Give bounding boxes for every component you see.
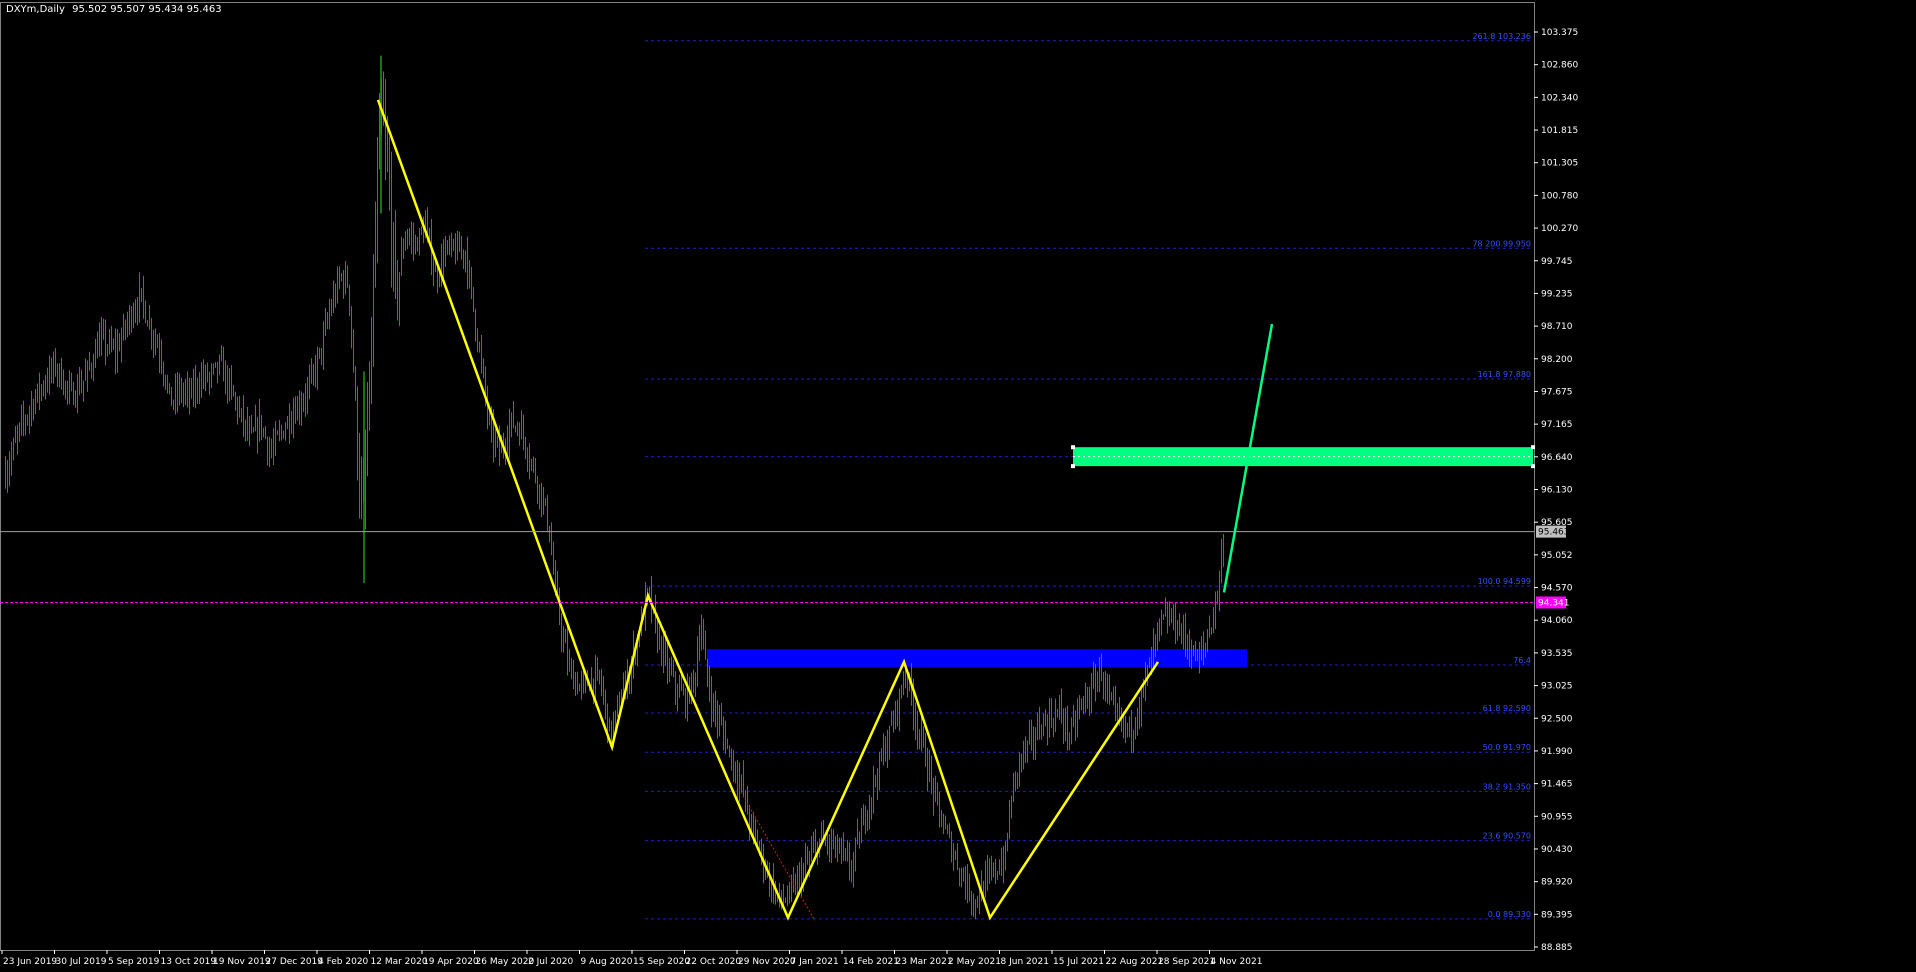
y-tick-label: 89.920 (1541, 878, 1573, 888)
price-chart[interactable]: 261.8 103.236 78 200.99.950 161.8 97.880 13… (0, 0, 1916, 972)
x-tick-label: 28 Sep 2021 (1158, 957, 1215, 967)
x-axis: 23 Jun 201930 Jul 2019 5 Sep 2019 13 Oct 2… (1, 950, 1263, 967)
y-tick-label: 100.780 (1541, 191, 1578, 201)
x-tick-label: 23 Mar 2021 (896, 957, 953, 967)
target-zone-handle (1531, 445, 1535, 450)
y-tick-label: 103.375 (1541, 28, 1578, 38)
y-tick-label: 100.270 (1541, 224, 1578, 234)
y-tick-label: 99.235 (1541, 289, 1573, 299)
chart-header: DXYm,Daily 95.502 95.507 95.434 95.463 (6, 4, 226, 15)
y-tick-label: 91.465 (1541, 780, 1573, 790)
fib-level-label: 50.0 91.970 (1483, 743, 1531, 752)
fib-level-label: 38.2 91.350 (1483, 782, 1531, 791)
target-zone-handle (1071, 464, 1075, 469)
y-tick-label: 101.305 (1541, 159, 1578, 169)
y-tick-label: 93.025 (1541, 682, 1573, 692)
target-zone-handle (1531, 464, 1535, 469)
plot-border (0, 2, 1535, 951)
x-tick-label: 19 Apr 2020 (423, 957, 479, 967)
x-tick-label: 4 Nov 2021 (1211, 957, 1263, 967)
y-tick-label: 97.675 (1541, 387, 1573, 397)
y-tick-label: 88.885 (1541, 943, 1573, 953)
y-tick-label: 91.990 (1541, 747, 1573, 757)
y-tick-label: 92.500 (1541, 714, 1573, 724)
y-tick-label: 96.130 (1541, 486, 1573, 496)
zigzag-line (376, 99, 1160, 921)
x-tick-label: 15 Jul 2021 (1053, 957, 1104, 967)
y-tick-label: 94.060 (1541, 616, 1573, 626)
y-tick-label: 102.860 (1541, 61, 1578, 71)
x-tick-label: 15 Sep 2020 (633, 957, 690, 967)
y-tick-label: 99.745 (1541, 257, 1573, 267)
x-tick-label: 26 May 2020 (476, 957, 535, 967)
fib-level-label: 76.4 (1513, 656, 1531, 665)
x-tick-label: 2 May 2021 (948, 957, 1001, 967)
fib-level-label: 100.0 94.599 (1478, 577, 1531, 586)
target-zone-handle (1071, 445, 1075, 450)
y-tick-label: 89.395 (1541, 910, 1573, 920)
y-axis: 103.375 102.860 102.340 101.815 101.305 100.7… (1534, 28, 1578, 953)
chart-canvas[interactable]: 261.8 103.236 78 200.99.950 161.8 97.880 13… (0, 0, 1916, 972)
ask-price-tag: 94.341 (1538, 598, 1570, 608)
y-tick-label: 96.640 (1541, 453, 1573, 463)
support-zone (707, 649, 1247, 667)
fib-level-label: 261.8 103.236 (1472, 32, 1531, 41)
y-tick-label: 101.815 (1541, 126, 1578, 136)
y-tick-label: 98.200 (1541, 355, 1573, 365)
x-tick-label: 5 Sep 2019 (108, 957, 160, 967)
current-price-tag: 95.463 (1538, 528, 1570, 538)
fib-levels: 261.8 103.23678 200.99.950161.8 97.88013… (645, 32, 1532, 920)
fib-level-label: 61.8 92.590 (1483, 704, 1531, 713)
x-tick-label: 7 Jan 2021 (791, 957, 839, 967)
x-tick-label: 22 Aug 2021 (1106, 957, 1164, 967)
y-tick-label: 97.165 (1541, 420, 1573, 430)
x-tick-label: 19 Nov 2019 (213, 957, 271, 967)
y-tick-label: 98.710 (1541, 322, 1573, 332)
fib-level-label: 161.8 97.880 (1478, 370, 1531, 379)
x-tick-label: 2 Jul 2020 (528, 957, 573, 967)
x-tick-label: 22 Oct 2020 (686, 957, 742, 967)
x-tick-label: 13 Oct 2019 (161, 957, 217, 967)
x-tick-label: 27 Dec 2019 (266, 957, 324, 967)
y-tick-label: 102.340 (1541, 93, 1578, 103)
x-tick-label: 12 Mar 2020 (371, 957, 428, 967)
y-tick-label: 94.570 (1541, 584, 1573, 594)
x-tick-label: 4 Feb 2020 (318, 957, 369, 967)
x-tick-label: 29 Nov 2020 (738, 957, 796, 967)
symbol-label: DXYm,Daily (6, 4, 65, 15)
x-tick-label: 8 Jun 2021 (1001, 957, 1049, 967)
y-tick-label: 90.430 (1541, 845, 1573, 855)
fib-level-label: 0.0 89.330 (1488, 910, 1531, 919)
x-tick-label: 14 Feb 2021 (843, 957, 899, 967)
x-tick-label: 23 Jun 2019 (3, 957, 57, 967)
x-tick-label: 30 Jul 2019 (56, 957, 107, 967)
fib-level-label: 78 200.99.950 (1472, 239, 1531, 248)
candles (5, 55, 1224, 920)
y-tick-label: 90.955 (1541, 812, 1573, 822)
x-tick-label: 9 Aug 2020 (581, 957, 633, 967)
fib-level-label: 23.6 90.570 (1483, 832, 1531, 841)
y-tick-label: 93.535 (1541, 649, 1573, 659)
ohlc-values: 95.502 95.507 95.434 95.463 (72, 4, 222, 15)
y-tick-label: 95.052 (1541, 551, 1573, 561)
